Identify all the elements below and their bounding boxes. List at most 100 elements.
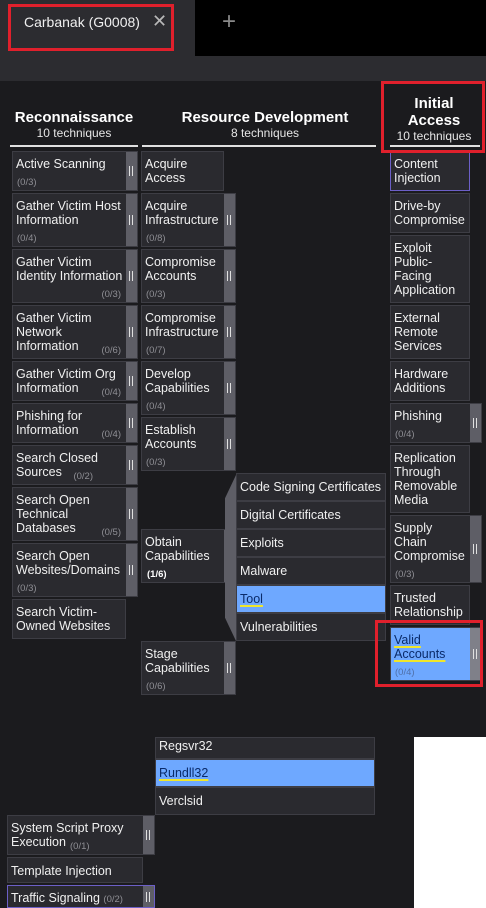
- expand-handle[interactable]: [224, 194, 235, 246]
- technique-count: (0/3): [17, 177, 37, 188]
- expand-handle[interactable]: [224, 642, 235, 694]
- technique-label: Acquire Infrastructure: [145, 199, 219, 227]
- subtechnique-exploits[interactable]: Exploits: [236, 529, 386, 557]
- close-icon[interactable]: ✕: [152, 11, 167, 32]
- technique-search-open-technical-databases[interactable]: Search Open Technical Databases (0/5): [12, 487, 138, 541]
- technique-drive-by-compromise[interactable]: Drive-by Compromise: [390, 193, 470, 233]
- technique-compromise-infrastructure[interactable]: Compromise Infrastructure (0/7): [141, 305, 236, 359]
- technique-label: Obtain Capabilities: [145, 535, 210, 563]
- technique-active-scanning[interactable]: Active Scanning (0/3): [12, 151, 138, 191]
- technique-label-text: Traffic Signaling: [11, 891, 100, 905]
- expand-handle[interactable]: [126, 250, 137, 302]
- technique-count: (0/2): [73, 471, 93, 482]
- technique-phishing[interactable]: Phishing (0/4): [390, 403, 482, 443]
- tab-title: Carbanak (G0008): [24, 14, 140, 30]
- expand-handle[interactable]: [470, 404, 481, 442]
- technique-develop-capabilities[interactable]: Develop Capabilities (0/4): [141, 361, 236, 415]
- expand-handle[interactable]: [224, 418, 235, 470]
- technique-count: (0/4): [101, 387, 121, 398]
- technique-hardware-additions[interactable]: Hardware Additions: [390, 361, 470, 401]
- expand-handle[interactable]: [470, 628, 481, 680]
- expand-handle[interactable]: [126, 488, 137, 540]
- toolbar-strip: [0, 56, 486, 81]
- technique-search-closed-sources[interactable]: Search Closed Sources (0/2): [12, 445, 138, 485]
- technique-obtain-capabilities[interactable]: Obtain Capabilities (1/6): [141, 529, 236, 583]
- header-resource-development-name: Resource Development: [181, 109, 349, 126]
- technique-count: (0/7): [146, 345, 166, 356]
- expand-handle[interactable]: [143, 816, 154, 854]
- technique-label: Exploit Public-Facing Application: [394, 241, 456, 297]
- subtechnique-tool[interactable]: Tool: [236, 585, 386, 613]
- technique-template-injection[interactable]: Template Injection: [7, 857, 143, 883]
- technique-count: (0/1): [70, 841, 90, 852]
- technique-count: (0/5): [101, 527, 121, 538]
- header-reconnaissance-count: 10 techniques: [36, 125, 112, 140]
- technique-content-injection[interactable]: Content Injection: [390, 151, 470, 191]
- technique-search-open-websites-domains[interactable]: Search Open Websites/Domains (0/3): [12, 543, 138, 597]
- expand-handle[interactable]: [224, 306, 235, 358]
- technique-label: Compromise Accounts: [145, 255, 216, 283]
- technique-count: (0/8): [146, 233, 166, 244]
- technique-label: Acquire Access: [145, 157, 188, 185]
- technique-search-victim-owned-websites[interactable]: Search Victim-Owned Websites: [12, 599, 126, 639]
- technique-label: External Remote Services: [394, 311, 442, 353]
- technique-gather-victim-org-information[interactable]: Gather Victim Org Information (0/4): [12, 361, 138, 401]
- technique-exploit-public-facing-application[interactable]: Exploit Public-Facing Application: [390, 235, 470, 303]
- expand-handle[interactable]: [126, 306, 137, 358]
- subtechnique-malware[interactable]: Malware: [236, 557, 386, 585]
- technique-label: Drive-by Compromise: [394, 199, 465, 227]
- technique-label: Template Injection: [11, 864, 112, 878]
- technique-trusted-relationship[interactable]: Trusted Relationship: [390, 585, 470, 625]
- expand-handle[interactable]: [143, 886, 154, 907]
- header-reconnaissance-name: Reconnaissance: [14, 109, 134, 126]
- technique-replication-through-removable-media[interactable]: Replication Through Removable Media: [390, 445, 470, 513]
- add-tab-icon[interactable]: +: [222, 8, 236, 36]
- technique-label: Search Victim-Owned Websites: [16, 605, 111, 633]
- technique-supply-chain-compromise[interactable]: Supply Chain Compromise (0/3): [390, 515, 482, 583]
- expand-handle[interactable]: [126, 544, 137, 596]
- technique-acquire-infrastructure[interactable]: Acquire Infrastructure (0/8): [141, 193, 236, 247]
- technique-label: Phishing: [394, 409, 442, 423]
- expand-handle[interactable]: [126, 152, 137, 190]
- expand-handle[interactable]: [224, 362, 235, 414]
- expand-handle[interactable]: [126, 446, 137, 484]
- technique-label: Replication Through Removable Media: [394, 451, 458, 507]
- expand-handle[interactable]: [126, 362, 137, 400]
- subtechnique-code-signing-certificates[interactable]: Code Signing Certificates: [236, 473, 386, 501]
- technique-label: Valid Accounts: [394, 633, 467, 661]
- technique-stage-capabilities[interactable]: Stage Capabilities (0/6): [141, 641, 236, 695]
- subtechnique-verclsid[interactable]: Verclsid: [155, 787, 375, 815]
- subtechnique-rundll32[interactable]: Rundll32: [155, 759, 375, 787]
- header-initial-access-name-2: Access: [407, 111, 461, 129]
- expand-handle[interactable]: [126, 404, 137, 442]
- technique-acquire-access[interactable]: Acquire Access: [141, 151, 224, 191]
- technique-gather-victim-identity-information[interactable]: Gather Victim Identity Information (0/3): [12, 249, 138, 303]
- header-resource-development: Resource Development 8 techniques: [160, 109, 370, 140]
- technique-gather-victim-host-information[interactable]: Gather Victim Host Information (0/4): [12, 193, 138, 247]
- subtechnique-digital-certificates[interactable]: Digital Certificates: [236, 501, 386, 529]
- technique-count: (0/3): [395, 569, 415, 580]
- technique-phishing-for-information[interactable]: Phishing for Information (0/4): [12, 403, 138, 443]
- technique-gather-victim-network-information[interactable]: Gather Victim Network Information (0/6): [12, 305, 138, 359]
- tab-carbanak[interactable]: Carbanak (G0008) ✕: [0, 0, 195, 56]
- expand-handle[interactable]: [126, 194, 137, 246]
- technique-label: Active Scanning: [16, 157, 106, 171]
- subtechnique-tool-label: Tool: [240, 592, 263, 606]
- technique-label: Gather Victim Identity Information: [16, 255, 123, 283]
- expand-handle[interactable]: [224, 250, 235, 302]
- technique-label: Hardware Additions: [394, 367, 449, 395]
- subtechnique-bracket: [225, 475, 236, 641]
- technique-system-script-proxy-execution[interactable]: System Script Proxy Execution (0/1): [7, 815, 155, 855]
- subtechnique-vulnerabilities[interactable]: Vulnerabilities: [236, 613, 386, 641]
- technique-compromise-accounts[interactable]: Compromise Accounts (0/3): [141, 249, 236, 303]
- subtechnique-regsvr32[interactable]: Regsvr32: [155, 737, 375, 759]
- technique-establish-accounts[interactable]: Establish Accounts (0/3): [141, 417, 236, 471]
- technique-label-text: Valid Accounts: [394, 633, 446, 661]
- expand-handle[interactable]: [470, 516, 481, 582]
- technique-valid-accounts[interactable]: Valid Accounts (0/4): [390, 627, 482, 681]
- technique-external-remote-services[interactable]: External Remote Services: [390, 305, 470, 359]
- technique-label: Search Closed Sources: [16, 451, 98, 479]
- technique-count: (0/4): [17, 233, 37, 244]
- technique-traffic-signaling[interactable]: Traffic Signaling (0/2): [7, 885, 155, 908]
- technique-label: Trusted Relationship: [394, 591, 463, 619]
